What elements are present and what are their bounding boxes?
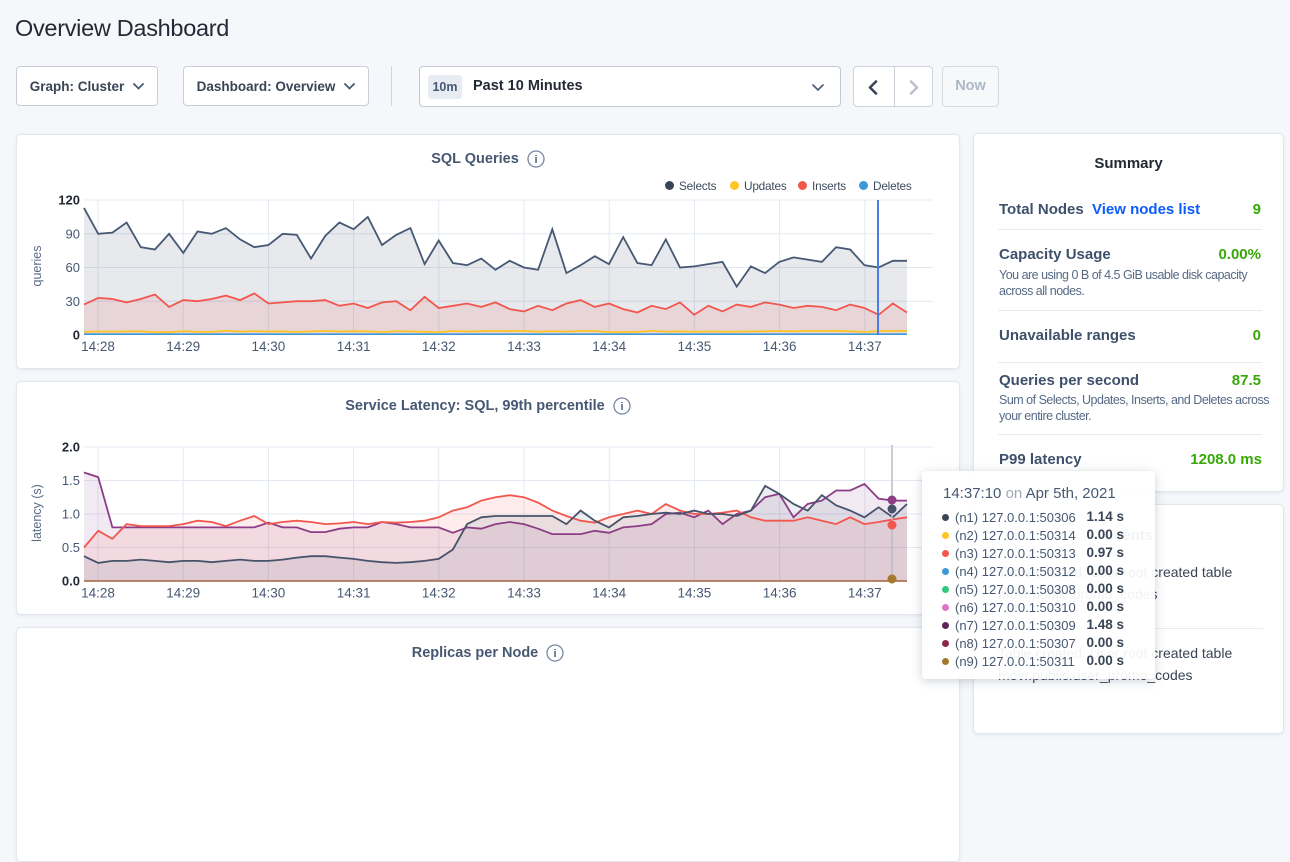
svg-text:queries: queries	[30, 246, 44, 287]
svg-text:i: i	[554, 648, 557, 660]
svg-text:1.5: 1.5	[62, 473, 80, 488]
svg-text:14:29: 14:29	[166, 586, 200, 601]
svg-text:14:31: 14:31	[337, 339, 371, 354]
svg-text:14:33: 14:33	[507, 339, 541, 354]
svg-text:14:35: 14:35	[678, 586, 712, 601]
svg-text:90: 90	[66, 226, 80, 241]
svg-text:0.0: 0.0	[62, 574, 80, 589]
svg-text:latency (s): latency (s)	[30, 484, 44, 542]
svg-text:14:32: 14:32	[422, 586, 456, 601]
svg-text:14:33: 14:33	[507, 586, 541, 601]
svg-text:120: 120	[58, 193, 80, 208]
svg-text:14:31: 14:31	[337, 586, 371, 601]
svg-text:14:36: 14:36	[763, 586, 797, 601]
svg-text:14:35: 14:35	[678, 339, 712, 354]
svg-text:0: 0	[73, 328, 80, 343]
svg-text:14:36: 14:36	[763, 339, 797, 354]
svg-text:14:28: 14:28	[81, 586, 115, 601]
svg-text:14:34: 14:34	[592, 586, 626, 601]
svg-text:60: 60	[66, 260, 80, 275]
svg-text:14:30: 14:30	[252, 339, 286, 354]
svg-text:0.5: 0.5	[62, 540, 80, 555]
svg-text:14:30: 14:30	[252, 586, 286, 601]
svg-text:1.0: 1.0	[62, 507, 80, 522]
svg-text:14:32: 14:32	[422, 339, 456, 354]
svg-text:14:29: 14:29	[166, 339, 200, 354]
svg-text:14:28: 14:28	[81, 339, 115, 354]
svg-text:14:34: 14:34	[592, 339, 626, 354]
svg-text:14:37: 14:37	[848, 586, 882, 601]
svg-text:2.0: 2.0	[62, 440, 80, 455]
svg-text:14:37: 14:37	[848, 339, 882, 354]
svg-text:30: 30	[66, 294, 80, 309]
